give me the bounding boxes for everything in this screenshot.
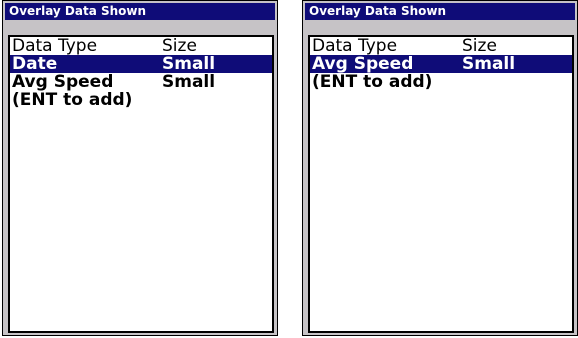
column-header-size: Size <box>462 36 497 56</box>
list-item-date[interactable]: Date Small <box>10 55 272 73</box>
add-item-hint[interactable]: (ENT to add) <box>10 91 272 109</box>
list-item-avg-speed[interactable]: Avg Speed Small <box>10 73 272 91</box>
list-item-size: Small <box>162 54 216 74</box>
list-item-avg-speed[interactable]: Avg Speed Small <box>310 55 572 73</box>
overlay-data-screen-left: Overlay Data Shown Data Type Size Date S… <box>2 0 278 336</box>
add-item-hint[interactable]: (ENT to add) <box>310 73 572 91</box>
column-header-data-type: Data Type <box>12 36 98 56</box>
list-header: Data Type Size <box>310 37 572 55</box>
overlay-data-screen-right: Overlay Data Shown Data Type Size Avg Sp… <box>302 0 578 336</box>
column-header-data-type: Data Type <box>312 36 398 56</box>
column-header-size: Size <box>162 36 197 56</box>
window-title: Overlay Data Shown <box>5 3 275 20</box>
list-item-type: Avg Speed <box>12 72 114 92</box>
overlay-data-list[interactable]: Data Type Size Avg Speed Small (ENT to a… <box>308 35 574 333</box>
list-header: Data Type Size <box>10 37 272 55</box>
list-item-size: Small <box>462 54 516 74</box>
list-item-type: Date <box>12 54 58 74</box>
list-item-type: Avg Speed <box>312 54 414 74</box>
window-title: Overlay Data Shown <box>305 3 575 20</box>
overlay-data-list[interactable]: Data Type Size Date Small Avg Speed Smal… <box>8 35 274 333</box>
list-item-size: Small <box>162 72 216 92</box>
